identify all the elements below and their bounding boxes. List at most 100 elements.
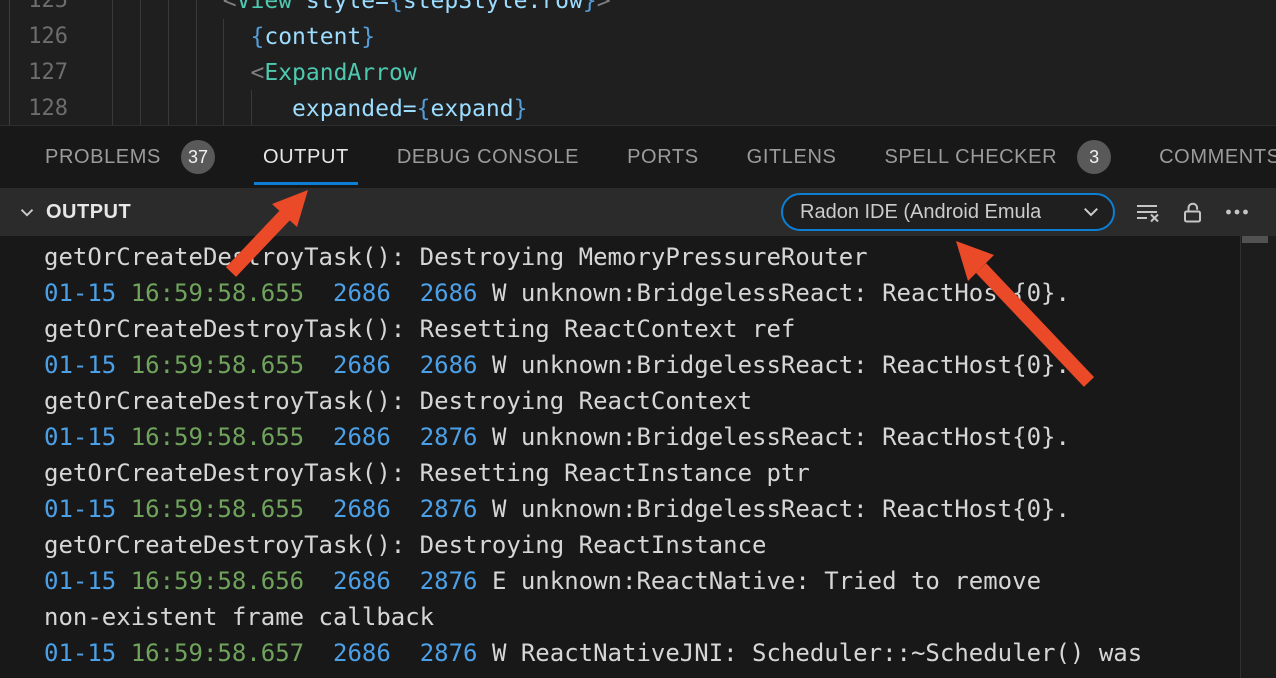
- text-segment: 2686: [333, 351, 391, 379]
- text-segment: content: [264, 24, 361, 50]
- text-segment: style=: [306, 0, 389, 14]
- log-scrollbar[interactable]: [1240, 236, 1276, 678]
- text-segment: E unknown:ReactNative: Tried to remove: [478, 567, 1042, 595]
- text-segment: }: [583, 0, 597, 14]
- text-segment: W ReactNativeJNI: Scheduler::~Scheduler(…: [478, 639, 1143, 667]
- text-segment: 2876: [420, 639, 478, 667]
- text-segment: 16:59:58.655: [131, 423, 304, 451]
- text-segment: [391, 495, 420, 523]
- text-segment: 01-15: [44, 279, 116, 307]
- panel-tab-spell-checker[interactable]: SPELL CHECKER3: [884, 126, 1111, 188]
- text-segment: getOrCreateDestroyTask(): Destroying Mem…: [44, 243, 868, 271]
- code-text: {content}: [68, 19, 375, 55]
- log-rows: getOrCreateDestroyTask(): Destroying Mem…: [0, 236, 1240, 671]
- code-line: 127 <ExpandArrow: [0, 55, 1276, 91]
- tab-badge: 37: [181, 140, 215, 174]
- text-segment: W unknown:BridgelessReact: ReactHost{0}.: [478, 495, 1070, 523]
- text-segment: [391, 351, 420, 379]
- panel-tab-output[interactable]: OUTPUT: [263, 126, 349, 188]
- text-segment: 01-15: [44, 495, 116, 523]
- text-segment: 2686: [333, 423, 391, 451]
- text-segment: [116, 423, 130, 451]
- log-line: getOrCreateDestroyTask(): Destroying Rea…: [44, 527, 1240, 563]
- line-number: 127: [0, 55, 68, 91]
- text-segment: [391, 423, 420, 451]
- tab-label: PORTS: [627, 146, 699, 169]
- panel-tab-debug-console[interactable]: DEBUG CONSOLE: [397, 126, 579, 188]
- text-segment: [304, 567, 333, 595]
- text-segment: [391, 567, 420, 595]
- text-segment: 2686: [333, 495, 391, 523]
- panel-tab-gitlens[interactable]: GITLENS: [747, 126, 837, 188]
- clear-output-icon[interactable]: [1134, 199, 1160, 225]
- text-segment: 16:59:58.655: [131, 495, 304, 523]
- scrollbar-thumb[interactable]: [1242, 236, 1268, 243]
- log-line: getOrCreateDestroyTask(): Destroying Rea…: [44, 383, 1240, 419]
- text-segment: 01-15: [44, 567, 116, 595]
- text-segment: View: [237, 0, 292, 14]
- tab-label: OUTPUT: [263, 146, 349, 169]
- text-segment: }: [514, 96, 528, 122]
- text-segment: 16:59:58.655: [131, 351, 304, 379]
- log-line: 01-15 16:59:58.655 2686 2876 W unknown:B…: [44, 419, 1240, 455]
- text-segment: ExpandArrow: [264, 60, 416, 86]
- output-channel-select[interactable]: Radon IDE (Android Emula: [781, 193, 1115, 231]
- text-segment: 2686: [333, 279, 391, 307]
- panel-tab-ports[interactable]: PORTS: [627, 126, 699, 188]
- text-segment: 16:59:58.655: [131, 279, 304, 307]
- line-number: 126: [0, 19, 68, 55]
- panel-tab-problems[interactable]: PROBLEMS37: [45, 126, 215, 188]
- code-line: 126 {content}: [0, 19, 1276, 55]
- text-segment: [116, 351, 130, 379]
- text-segment: 16:59:58.657: [131, 639, 304, 667]
- output-log[interactable]: getOrCreateDestroyTask(): Destroying Mem…: [0, 236, 1240, 678]
- text-segment: [116, 279, 130, 307]
- editor-pane[interactable]: 125 <View style={stepStyle.row}>126 {con…: [0, 0, 1276, 125]
- code-lines: 125 <View style={stepStyle.row}>126 {con…: [0, 0, 1276, 125]
- text-segment: <: [250, 60, 264, 86]
- text-segment: 01-15: [44, 423, 116, 451]
- panel-tabs: PROBLEMS37 OUTPUT DEBUG CONSOLE PORTS GITLEN…: [0, 126, 1276, 188]
- text-segment: [292, 0, 306, 14]
- tab-label: DEBUG CONSOLE: [397, 146, 579, 169]
- tab-label: COMMENTS: [1159, 146, 1276, 169]
- text-segment: 2876: [420, 423, 478, 451]
- output-channel-value: Radon IDE (Android Emula: [800, 201, 1041, 224]
- text-segment: [304, 639, 333, 667]
- tab-badge: 3: [1077, 140, 1111, 174]
- unlock-icon[interactable]: [1179, 199, 1205, 225]
- text-segment: expanded=: [292, 96, 417, 122]
- log-line: 01-15 16:59:58.655 2686 2686 W unknown:B…: [44, 347, 1240, 383]
- text-segment: [391, 639, 420, 667]
- text-segment: [116, 567, 130, 595]
- log-line: getOrCreateDestroyTask(): Resetting Reac…: [44, 311, 1240, 347]
- text-segment: 2686: [420, 279, 478, 307]
- panel-tab-comments[interactable]: COMMENTS: [1159, 126, 1276, 188]
- tab-label: GITLENS: [747, 146, 837, 169]
- code-line: 125 <View style={stepStyle.row}>: [0, 0, 1276, 19]
- more-actions-icon[interactable]: [1224, 199, 1250, 225]
- text-segment: [112, 24, 250, 50]
- text-segment: [304, 279, 333, 307]
- log-line: getOrCreateDestroyTask(): Destroying Mem…: [44, 239, 1240, 275]
- text-segment: W unknown:BridgelessReact: ReactHost{0}.: [478, 423, 1070, 451]
- line-number: 128: [0, 91, 68, 125]
- text-segment: getOrCreateDestroyTask(): Destroying Rea…: [44, 531, 766, 559]
- text-segment: [304, 351, 333, 379]
- text-segment: 16:59:58.656: [131, 567, 304, 595]
- panel-actions: Radon IDE (Android Emula: [781, 193, 1250, 231]
- log-line: non-existent frame callback: [44, 599, 1240, 635]
- text-segment: [116, 495, 130, 523]
- text-segment: 01-15: [44, 639, 116, 667]
- chevron-down-icon: [1081, 202, 1101, 222]
- text-segment: [304, 495, 333, 523]
- log-line: 01-15 16:59:58.655 2686 2686 W unknown:B…: [44, 275, 1240, 311]
- code-line: 128 expanded={expand}: [0, 91, 1276, 125]
- text-segment: W unknown:BridgelessReact: ReactHost{0}.: [478, 279, 1070, 307]
- text-segment: [391, 279, 420, 307]
- collapse-chevron-icon[interactable]: [16, 201, 38, 223]
- text-segment: {: [389, 0, 403, 14]
- panel-tab-bar: PROBLEMS37 OUTPUT DEBUG CONSOLE PORTS GITLEN…: [0, 125, 1276, 188]
- text-segment: stepStyle.row: [403, 0, 583, 14]
- text-segment: 2876: [420, 495, 478, 523]
